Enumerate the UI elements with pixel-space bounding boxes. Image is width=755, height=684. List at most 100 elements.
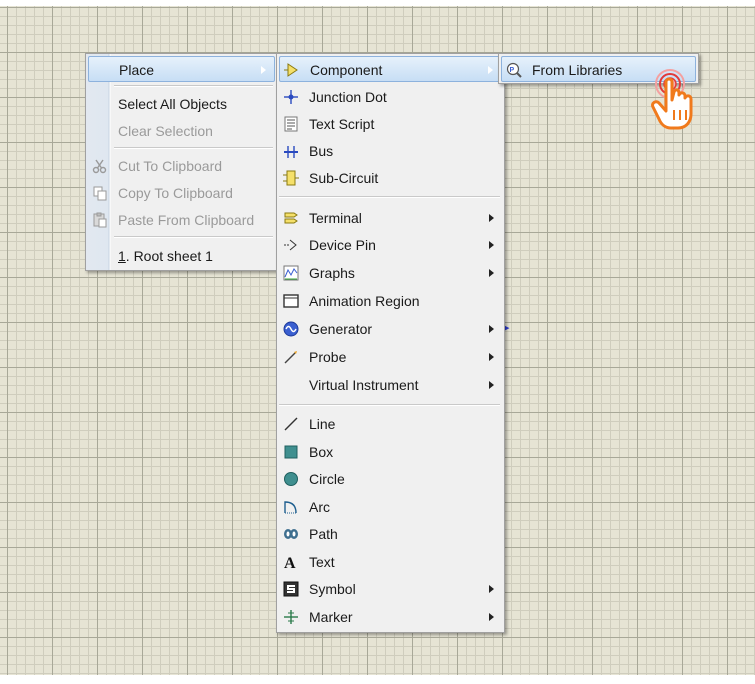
menu-item-arc[interactable]: Arc — [279, 494, 502, 520]
device-pin-icon — [284, 239, 297, 251]
menu-separator — [279, 404, 500, 406]
submenu-arrow-icon — [489, 241, 494, 249]
animation-region-icon — [283, 294, 299, 308]
menu-item-circle[interactable]: Circle — [279, 466, 502, 492]
menu-item-label: Marker — [309, 609, 353, 625]
menu-item-cut-to-clipboard[interactable]: Cut To Clipboard — [88, 153, 275, 179]
menu-separator — [114, 236, 273, 238]
component-icon — [284, 63, 298, 77]
menu-item-label: Circle — [309, 471, 345, 487]
menu-item-label: Paste From Clipboard — [118, 212, 255, 228]
menu-item-junction-dot[interactable]: Junction Dot — [279, 84, 502, 110]
marker-icon — [284, 610, 298, 624]
menu-item-label: Device Pin — [309, 237, 376, 253]
menu-item-text[interactable]: A Text — [279, 549, 502, 575]
menu-item-label: Line — [309, 416, 336, 432]
scissors-icon — [92, 159, 107, 174]
menu-item-label: Animation Region — [309, 293, 420, 309]
menu-item-label: Sub-Circuit — [309, 170, 379, 186]
submenu-arrow-icon — [489, 325, 494, 333]
menu-item-animation-region[interactable]: Animation Region — [279, 288, 502, 314]
menu-item-marker[interactable]: Marker — [279, 604, 502, 630]
menu-item-label: From Libraries — [532, 62, 623, 78]
menu-item-box[interactable]: Box — [279, 439, 502, 465]
menu-item-label: Copy To Clipboard — [118, 185, 233, 201]
menu-item-label: Generator — [309, 321, 373, 337]
submenu-arrow-icon — [261, 66, 266, 74]
menu-item-line[interactable]: Line — [279, 411, 502, 437]
symbol-icon — [283, 581, 299, 597]
graphs-icon — [283, 265, 299, 281]
menu-item-text-script[interactable]: Text Script — [279, 111, 502, 137]
text-icon: A — [284, 555, 296, 571]
hand-pointer-icon — [651, 69, 693, 130]
submenu-arrow-icon — [489, 269, 494, 277]
menu-item-probe[interactable]: Probe — [279, 344, 502, 370]
submenu-arrow-icon — [489, 353, 494, 361]
menu-item-label: Box — [309, 444, 334, 460]
menu-item-label: Virtual Instrument — [309, 377, 419, 393]
menu-item-virtual-instrument[interactable]: Virtual Instrument — [279, 372, 502, 398]
menu-item-select-all-objects[interactable]: Select All Objects — [88, 91, 275, 117]
library-search-icon: P — [506, 62, 522, 78]
menu-item-sub-circuit[interactable]: Sub-Circuit — [279, 165, 502, 191]
probe-icon — [284, 351, 297, 364]
menu-item-label: Symbol — [309, 581, 356, 597]
menu-separator — [114, 85, 273, 87]
menu-item-label: Text Script — [309, 116, 375, 132]
menu-item-copy-to-clipboard[interactable]: Copy To Clipboard — [88, 180, 275, 206]
svg-text:A: A — [284, 555, 296, 571]
submenu-arrow-icon — [489, 613, 494, 621]
line-icon — [284, 417, 298, 431]
menu-item-label: Place — [119, 62, 155, 78]
submenu-arrow-icon — [489, 214, 494, 222]
menu-item-component[interactable]: Component — [279, 56, 502, 82]
paste-icon — [93, 212, 107, 228]
svg-text:P: P — [510, 67, 515, 74]
menu-item-clear-selection[interactable]: Clear Selection — [88, 118, 275, 144]
menu-item-label: Graphs — [309, 265, 355, 281]
menu-item-label: Terminal — [309, 210, 362, 226]
menu-item-place[interactable]: Place — [88, 56, 275, 82]
bus-icon — [284, 146, 298, 158]
sub-circuit-icon — [283, 170, 299, 186]
menu-item-label: Path — [309, 526, 338, 542]
menu-item-graphs[interactable]: Graphs — [279, 260, 502, 286]
menu-item-terminal[interactable]: Terminal — [279, 205, 502, 231]
text-script-icon — [284, 116, 298, 132]
submenu-arrow-icon — [489, 381, 494, 389]
arc-icon — [284, 501, 297, 514]
menu-item-label: Bus — [309, 143, 334, 159]
menu-item-label: Clear Selection — [118, 123, 213, 139]
menu-item-root-sheet-1[interactable]: 1. Root sheet 1 — [88, 243, 275, 269]
menu-item-label: Component — [310, 62, 383, 78]
menu-item-label: Junction Dot — [309, 89, 387, 105]
box-icon — [284, 445, 298, 459]
junction-dot-icon — [284, 90, 298, 104]
menu-separator — [279, 196, 500, 198]
menu-item-paste-from-clipboard[interactable]: Paste From Clipboard — [88, 207, 275, 233]
path-icon — [284, 529, 298, 539]
menu-item-label: Probe — [309, 349, 347, 365]
menu-item-generator[interactable]: Generator — [279, 316, 502, 342]
submenu-arrow-icon — [489, 585, 494, 593]
copy-icon — [93, 186, 107, 201]
menu-item-bus[interactable]: Bus — [279, 138, 502, 164]
menu-item-label: 1. Root sheet 1 — [118, 248, 213, 264]
terminal-icon — [284, 212, 298, 224]
menu-item-device-pin[interactable]: Device Pin — [279, 232, 502, 258]
menu-item-path[interactable]: Path — [279, 521, 502, 547]
menu-item-label: Select All Objects — [118, 96, 227, 112]
menu-item-label: Text — [309, 554, 335, 570]
submenu-arrow-icon — [488, 66, 493, 74]
place-submenu: Component Junction Dot Text Script Bus S… — [276, 53, 505, 633]
menu-item-symbol[interactable]: Symbol — [279, 576, 502, 602]
context-menu: Place Select All Objects Clear Selection… — [85, 53, 278, 271]
circle-icon — [284, 472, 298, 486]
window-bottom-edge — [0, 675, 755, 684]
generator-icon — [283, 321, 299, 337]
window-top-edge — [0, 0, 755, 6]
menu-separator — [114, 147, 273, 149]
menu-item-label: Cut To Clipboard — [118, 158, 223, 174]
menu-item-label: Arc — [309, 499, 330, 515]
